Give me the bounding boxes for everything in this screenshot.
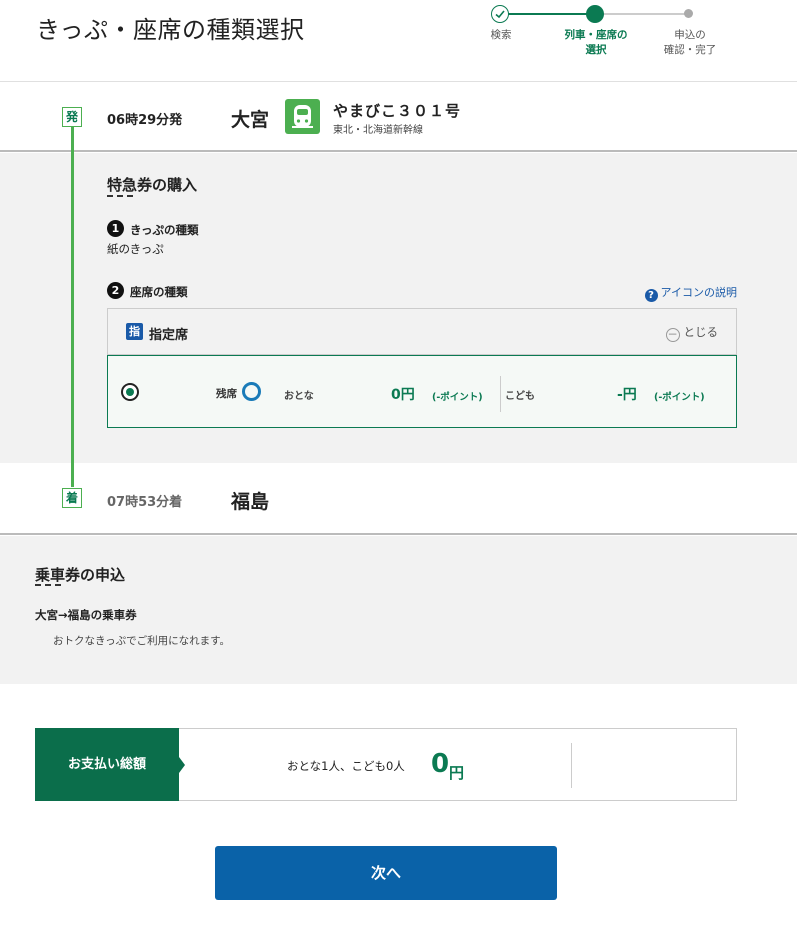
stepper-current-dot bbox=[586, 5, 604, 23]
train-line: 東北・北海道新幹線 bbox=[333, 125, 423, 136]
section-underline bbox=[107, 195, 133, 197]
seat-class-label: 指定席 bbox=[149, 328, 189, 343]
seat-type-heading: 座席の種類 bbox=[130, 285, 188, 299]
departure-row: 06時29分発 大宮 やまびこ３０１号 東北・北海道新幹線 bbox=[0, 82, 797, 152]
passenger-count: おとな1人、こども0人 bbox=[287, 759, 405, 773]
child-price: -円 bbox=[617, 387, 637, 403]
payment-total-label: お支払い総額 bbox=[35, 728, 179, 801]
ride-section-title: 乗車券の申込 bbox=[35, 566, 126, 584]
total-unit: 円 bbox=[449, 764, 465, 782]
label-arrow bbox=[179, 757, 185, 773]
stepper-line-done bbox=[502, 13, 596, 15]
departure-station: 大宮 bbox=[231, 109, 270, 131]
arrival-badge: 着 bbox=[62, 488, 82, 508]
help-icon: ? bbox=[644, 289, 658, 302]
availability-label: 残席 bbox=[216, 388, 237, 400]
departure-time: 06時29分発 bbox=[107, 113, 183, 128]
section-underline bbox=[35, 584, 61, 586]
arrival-station: 福島 bbox=[231, 491, 270, 513]
ticket-type-heading: きっぷの種類 bbox=[130, 223, 199, 237]
stepper-label-confirm: 申込の 確認・完了 bbox=[663, 29, 717, 56]
stepper-label-search: 検索 bbox=[490, 29, 512, 41]
seat-option-row[interactable]: 残席 おとな 0円 (-ポイント) こども -円 (-ポイント) bbox=[107, 355, 737, 428]
adult-price: 0円 bbox=[391, 387, 415, 403]
ride-ticket-section: 乗車券の申込 大宮→福島の乗車券 おトクなきっぷでご利用になれます。 bbox=[0, 536, 797, 684]
check-icon bbox=[491, 5, 509, 23]
next-button[interactable]: 次へ bbox=[215, 846, 557, 900]
total-divider bbox=[571, 743, 572, 788]
express-ticket-section: 特急券の購入 1 きっぷの種類 紙のきっぷ 2 座席の種類 ? アイコンの説明 指… bbox=[0, 153, 797, 463]
page: きっぷ・座席の種類選択 検索 列車・座席の 選択 申込の 確認・完了 06時29… bbox=[0, 0, 797, 928]
arrival-row: 07時53分着 福島 bbox=[0, 463, 797, 535]
train-icon bbox=[285, 99, 320, 134]
stepper-todo-dot bbox=[684, 9, 693, 18]
seat-panel-header: 指 指定席 − とじる bbox=[108, 309, 736, 355]
arrival-time: 07時53分着 bbox=[107, 495, 183, 510]
step-number-1: 1 bbox=[107, 220, 124, 237]
child-label: こども bbox=[505, 391, 535, 402]
collapse-button[interactable]: − とじる bbox=[665, 324, 719, 342]
availability-circle-icon bbox=[242, 382, 261, 401]
train-name: やまびこ３０１号 bbox=[333, 102, 462, 120]
total-amount: 0 bbox=[431, 749, 450, 779]
child-points: (-ポイント) bbox=[654, 392, 705, 403]
stepper-label-select: 列車・座席の 選択 bbox=[564, 29, 628, 56]
seat-radio-selected[interactable] bbox=[121, 383, 139, 401]
adult-label: おとな bbox=[284, 391, 314, 402]
icon-help-label: アイコンの説明 bbox=[660, 286, 737, 299]
fare-divider bbox=[500, 376, 501, 412]
reserved-seat-icon: 指 bbox=[126, 323, 143, 340]
express-section-title: 特急券の購入 bbox=[107, 176, 198, 194]
ticket-type-value: 紙のきっぷ bbox=[107, 242, 164, 256]
icon-help-link[interactable]: ? アイコンの説明 bbox=[644, 284, 737, 302]
header: きっぷ・座席の種類選択 検索 列車・座席の 選択 申込の 確認・完了 bbox=[0, 0, 797, 82]
ride-route: 大宮→福島の乗車券 bbox=[35, 608, 137, 622]
payment-total-box: お支払い総額 おとな1人、こども0人 0 円 bbox=[35, 728, 737, 801]
adult-points: (-ポイント) bbox=[432, 392, 483, 403]
collapse-label: とじる bbox=[683, 325, 719, 339]
step-number-2: 2 bbox=[107, 282, 124, 299]
stepper-line-todo bbox=[596, 13, 690, 15]
departure-badge: 発 bbox=[62, 107, 82, 127]
page-title: きっぷ・座席の種類選択 bbox=[36, 16, 305, 44]
minus-circle-icon: − bbox=[665, 327, 680, 342]
progress-stepper: 検索 列車・座席の 選択 申込の 確認・完了 bbox=[470, 4, 730, 64]
ride-note: おトクなきっぷでご利用になれます。 bbox=[53, 635, 231, 647]
seat-panel: 指 指定席 − とじる 残席 おとな 0円 (-ポイント) こども -円 (-ポイ… bbox=[107, 308, 737, 428]
timeline-line bbox=[71, 127, 74, 487]
